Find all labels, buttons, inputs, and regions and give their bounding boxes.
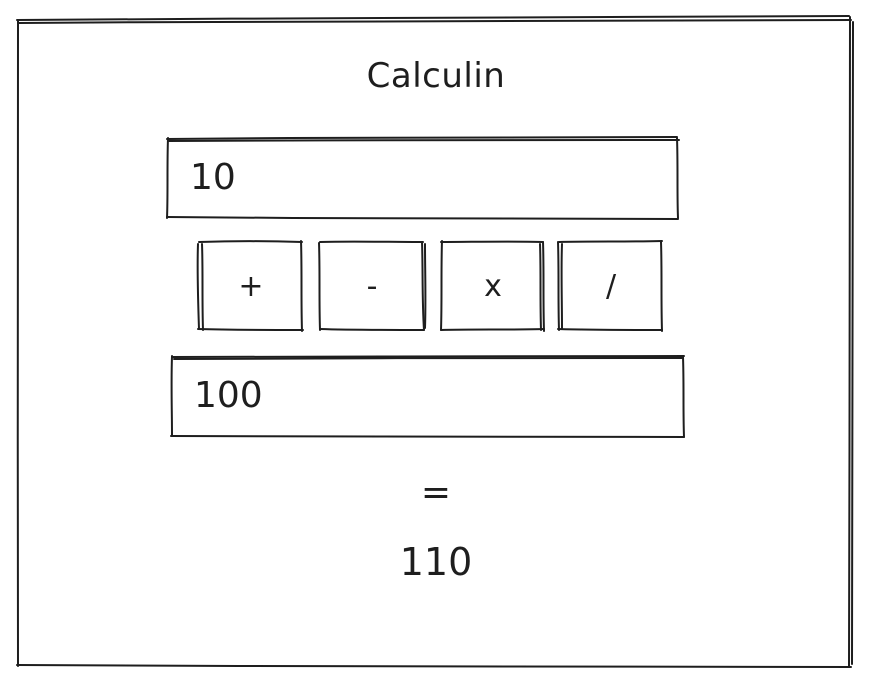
subtract-button[interactable]: - — [320, 242, 424, 330]
multiply-button[interactable]: x — [441, 242, 545, 330]
second-number-input[interactable]: 100 — [172, 356, 684, 436]
add-button[interactable]: + — [199, 242, 303, 330]
first-number-input[interactable]: 10 — [168, 138, 678, 218]
equals-sign: = — [420, 472, 452, 513]
result-value: 110 — [399, 540, 473, 584]
divide-button[interactable]: / — [559, 242, 663, 330]
app-title: Calculin — [366, 56, 506, 96]
